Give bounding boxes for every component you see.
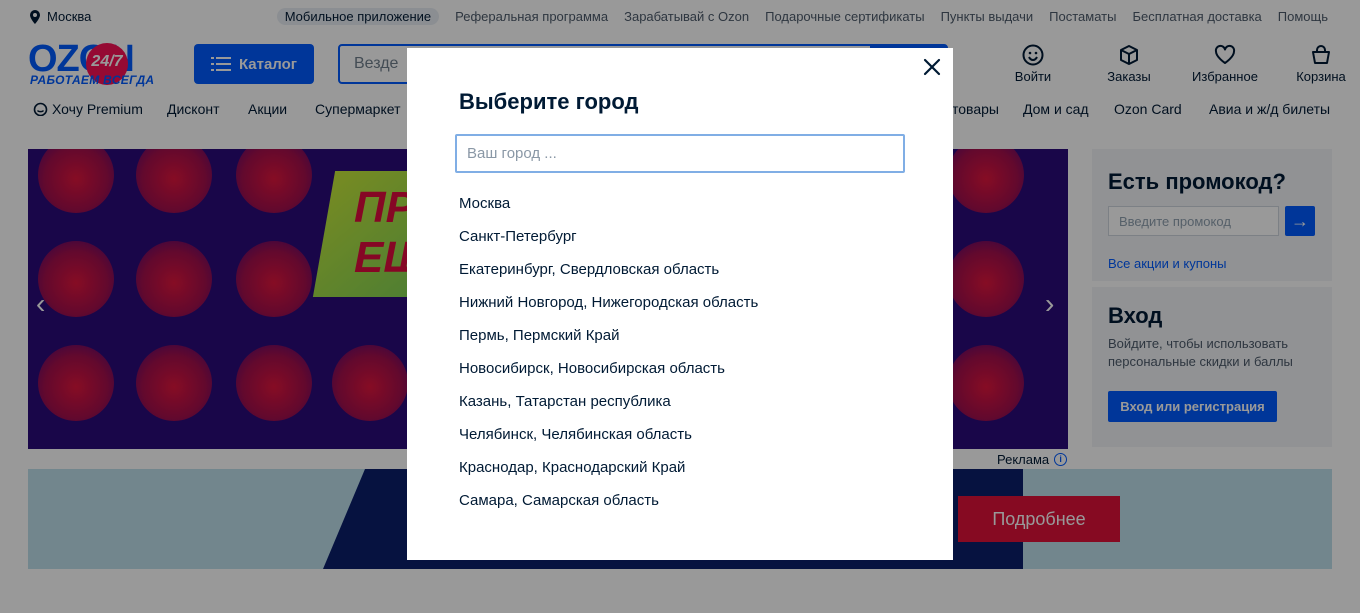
modal-title: Выберите город (459, 89, 639, 114)
city-option[interactable]: Пермь, Пермский Край (459, 325, 758, 358)
city-list: Москва Санкт-Петербург Екатеринбург, Све… (459, 193, 758, 523)
city-option[interactable]: Нижний Новгород, Нижегородская область (459, 292, 758, 325)
city-option[interactable]: Казань, Татарстан республика (459, 391, 758, 424)
city-search-input[interactable] (455, 134, 905, 173)
close-icon[interactable] (923, 58, 941, 76)
city-option[interactable]: Санкт-Петербург (459, 226, 758, 259)
city-option[interactable]: Новосибирск, Новосибирская область (459, 358, 758, 391)
city-select-modal: Выберите город Москва Санкт-Петербург Ек… (407, 48, 953, 560)
city-option[interactable]: Москва (459, 193, 758, 226)
city-option[interactable]: Краснодар, Краснодарский Край (459, 457, 758, 490)
city-option[interactable]: Самара, Самарская область (459, 490, 758, 523)
city-option[interactable]: Екатеринбург, Свердловская область (459, 259, 758, 292)
city-option[interactable]: Челябинск, Челябинская область (459, 424, 758, 457)
